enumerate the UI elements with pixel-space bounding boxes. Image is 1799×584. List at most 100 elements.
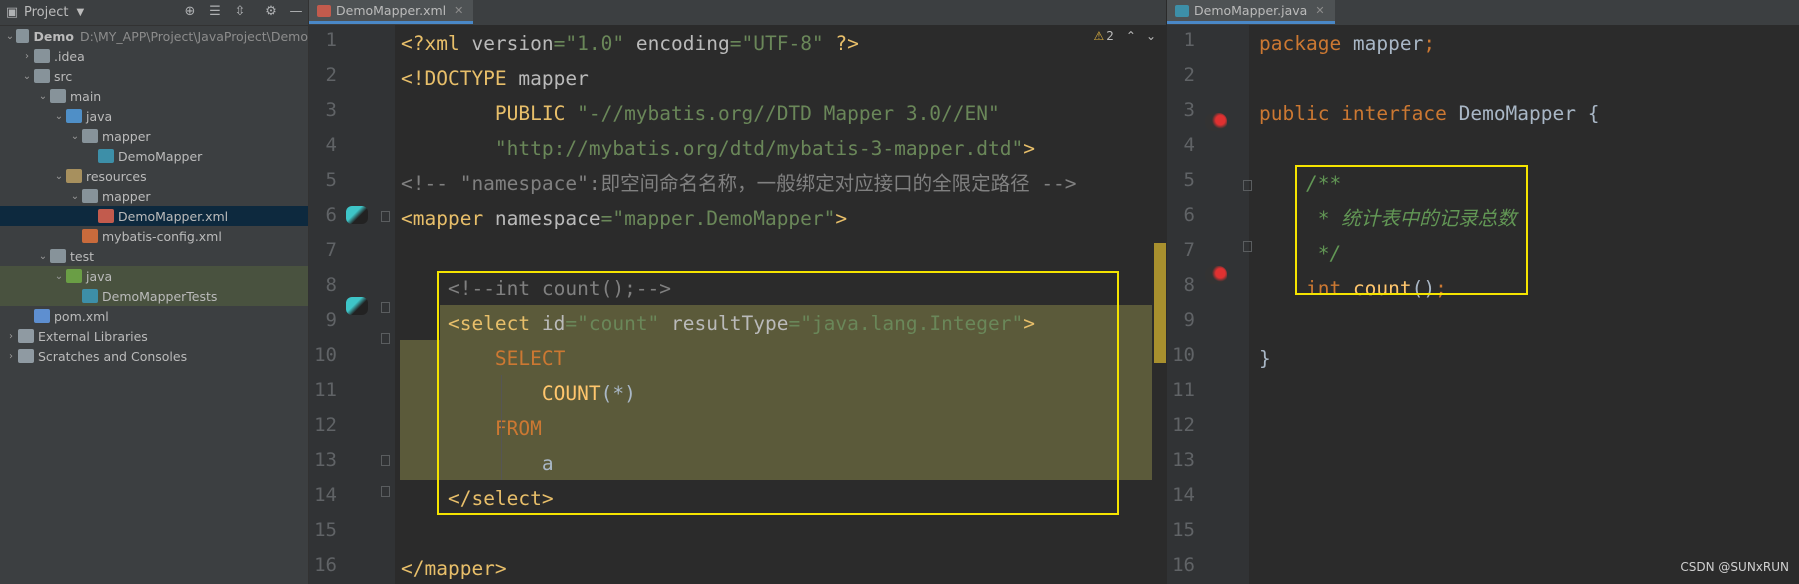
libraries-icon [18,329,34,343]
tree-item[interactable]: pom.xml [0,306,308,326]
line-number: 12 [1172,414,1195,436]
collapse-all-icon[interactable]: ⇳ [232,3,248,19]
tree-item[interactable]: › Scratches and Consoles [0,346,308,366]
tree-item[interactable]: ⌄ Demo D:\MY_APP\Project\JavaProject\Demo [0,26,308,46]
line-number: 13 [1172,449,1195,471]
fold-icon[interactable] [381,455,390,466]
test-folder-icon [66,269,82,283]
scratches-icon [18,349,34,363]
line-number: 10 [314,344,337,366]
chevron-right-icon[interactable]: › [20,51,34,62]
fold-icon[interactable] [1243,241,1252,252]
line-number: 14 [314,484,337,506]
folder-icon [34,49,50,63]
test-class-icon [82,289,98,303]
project-view-icon: ▣ [5,5,19,20]
java-editor[interactable]: 1 2 3 4 5 6 7 8 9 10 11 12 13 14 15 16 package mapper; … [1167,25,1799,584]
tree-item[interactable]: ⌄ java [0,266,308,286]
tree-item[interactable]: › .idea [0,46,308,66]
chevron-down-icon[interactable]: ⌄ [52,111,66,122]
chevron-down-icon[interactable]: ▼ [76,7,84,18]
gear-icon[interactable]: ⚙ [263,3,279,19]
tree-item-label: main [70,88,102,104]
line-number: 2 [325,64,337,86]
chevron-up-icon[interactable]: ⌃ [1126,29,1136,43]
chevron-down-icon[interactable]: ⌄ [36,251,50,262]
tree-item[interactable]: ⌄ mapper [0,186,308,206]
warning-indicator[interactable]: ⚠ 2 ⌃ ⌄ [1093,29,1156,43]
folder-icon [50,249,66,263]
tab-label: DemoMapper.xml [336,3,447,18]
indent-guide [501,375,502,480]
chevron-down-icon[interactable]: ⌄ [68,191,82,202]
expand-all-icon[interactable]: ☰ [207,3,223,19]
project-panel-title[interactable]: Project [24,5,68,20]
line-number: 3 [1183,99,1195,121]
mybatis-jump-icon[interactable] [1205,113,1227,131]
tab-demomapper-java[interactable]: DemoMapper.java ✕ [1167,0,1335,24]
chevron-down-icon[interactable]: ⌄ [68,131,82,142]
tree-item-label: resources [86,168,147,184]
line-number: 9 [1183,309,1195,331]
chevron-down-icon[interactable]: ⌄ [52,271,66,282]
fold-icon[interactable] [381,211,390,222]
mybatis-jump-icon[interactable] [346,297,368,315]
chevron-down-icon[interactable]: ⌄ [20,71,34,82]
tree-item-path: D:\MY_APP\Project\JavaProject\Demo [79,28,308,44]
xml-tabbar: DemoMapper.xml ✕ [309,0,1166,26]
tree-item[interactable]: DemoMapperTests [0,286,308,306]
mybatis-jump-icon[interactable] [346,206,368,224]
line-number: 11 [1172,379,1195,401]
tree-item-label: mapper [102,128,151,144]
java-code[interactable]: package mapper; public interface DemoMap… [1259,26,1599,376]
tree-item[interactable]: ⌄ test [0,246,308,266]
project-tree: ⌄ Demo D:\MY_APP\Project\JavaProject\Demo ›… [0,26,308,366]
fold-icon[interactable] [381,486,390,497]
chevron-right-icon[interactable]: › [4,351,18,362]
warning-icon: ⚠ [1093,29,1105,43]
line-number: 8 [1183,274,1195,296]
line-number: 4 [325,134,337,156]
java-tabbar: DemoMapper.java ✕ [1167,0,1799,26]
tree-item[interactable]: ⌄ src [0,66,308,86]
mybatis-jump-icon[interactable] [1205,266,1227,284]
tab-demomapper-xml[interactable]: DemoMapper.xml ✕ [309,0,474,24]
line-number: 15 [314,519,337,541]
fold-icon[interactable] [381,333,390,344]
tree-item[interactable]: DemoMapper.xml [0,206,308,226]
line-number: 7 [1183,239,1195,261]
chevron-down-icon[interactable]: ⌄ [36,91,50,102]
line-number: 4 [1183,134,1195,156]
xml-editor[interactable]: 1 2 3 4 5 6 7 8 9 10 11 12 13 14 15 16 <?xml version="1… [309,25,1166,584]
folder-icon [82,189,98,203]
scrollbar-thumb[interactable] [1154,243,1166,363]
tree-item-label: mapper [102,188,151,204]
chevron-down-icon[interactable]: ⌄ [4,31,16,42]
tree-item-label: test [70,248,95,264]
fold-icon[interactable] [1243,180,1252,191]
project-panel: ▣ Project ▼ ⊕ ☰ ⇳ ⚙ — ⌄ Demo D:\MY_APP\Pro… [0,0,309,584]
tree-item-label: External Libraries [38,328,148,344]
chevron-down-icon[interactable]: ⌄ [1146,29,1156,43]
mapper-interface-icon [98,149,114,163]
tree-item[interactable]: mybatis-config.xml [0,226,308,246]
locate-icon[interactable]: ⊕ [182,3,198,19]
line-number: 1 [325,29,337,51]
tree-item[interactable]: ⌄ resources [0,166,308,186]
xml-code[interactable]: <?xml version="1.0" encoding="UTF-8" ?> … [401,26,1077,584]
folder-icon [34,69,50,83]
tree-item[interactable]: › External Libraries [0,326,308,346]
chevron-right-icon[interactable]: › [4,331,18,342]
tree-item[interactable]: DemoMapper [0,146,308,166]
chevron-down-icon[interactable]: ⌄ [52,171,66,182]
close-icon[interactable]: ✕ [1315,4,1324,17]
minimize-icon[interactable]: — [288,3,304,19]
line-number: 12 [314,414,337,436]
tree-item[interactable]: ⌄ mapper [0,126,308,146]
tree-item[interactable]: ⌄ java [0,106,308,126]
fold-icon[interactable] [381,302,390,313]
tree-item[interactable]: ⌄ main [0,86,308,106]
line-number: 14 [1172,484,1195,506]
close-icon[interactable]: ✕ [454,4,463,17]
tree-item-label: java [86,108,113,124]
